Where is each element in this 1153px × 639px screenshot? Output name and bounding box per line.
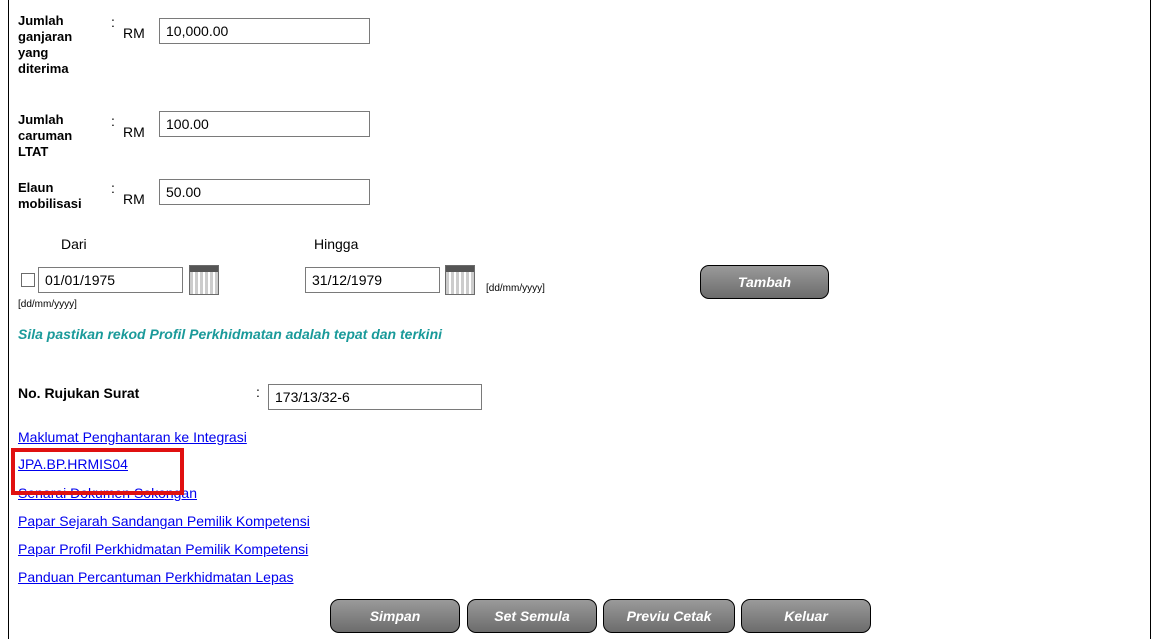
label-line: caruman <box>18 128 73 143</box>
colon: : <box>256 384 260 400</box>
link-panduan-percantuman[interactable]: Panduan Percantuman Perkhidmatan Lepas <box>18 569 294 585</box>
label-elaun-mobilisasi: Elaun mobilisasi <box>18 180 82 212</box>
label-line: LTAT <box>18 144 49 159</box>
currency-label: RM <box>123 191 145 207</box>
currency-label: RM <box>123 25 145 41</box>
rujukan-input[interactable]: 173/13/32-6 <box>268 384 482 410</box>
date-format-hint: [dd/mm/yyyy] <box>486 283 545 294</box>
label-line: mobilisasi <box>18 196 82 211</box>
from-label: Dari <box>61 236 87 252</box>
currency-label: RM <box>123 124 145 140</box>
previu-cetak-button[interactable]: Previu Cetak <box>603 599 735 633</box>
calendar-icon[interactable] <box>445 265 475 295</box>
set-semula-button[interactable]: Set Semula <box>467 599 597 633</box>
highlight-box <box>11 448 184 495</box>
notice-text: Sila pastikan rekod Profil Perkhidmatan … <box>18 326 443 342</box>
jumlah-caruman-input[interactable]: 100.00 <box>159 111 370 137</box>
label-line: Elaun <box>18 180 54 195</box>
from-date-input[interactable]: 01/01/1975 <box>38 267 183 293</box>
link-maklumat-penghantaran[interactable]: Maklumat Penghantaran ke Integrasi <box>18 429 247 445</box>
calendar-icon[interactable] <box>189 265 219 295</box>
simpan-button[interactable]: Simpan <box>330 599 460 633</box>
link-profil-perkhidmatan[interactable]: Papar Profil Perkhidmatan Pemilik Kompet… <box>18 541 308 557</box>
colon: : <box>111 180 115 196</box>
label-line: ganjaran <box>18 29 73 44</box>
date-format-hint: [dd/mm/yyyy] <box>18 299 77 310</box>
colon: : <box>111 14 115 30</box>
colon: : <box>111 113 115 129</box>
jumlah-ganjaran-input[interactable]: 10,000.00 <box>159 18 370 44</box>
label-line: Jumlah <box>18 13 64 28</box>
to-label: Hingga <box>314 236 359 252</box>
label-line: Jumlah <box>18 112 64 127</box>
keluar-button[interactable]: Keluar <box>741 599 871 633</box>
link-sejarah-sandangan[interactable]: Papar Sejarah Sandangan Pemilik Kompeten… <box>18 513 310 529</box>
label-jumlah-ganjaran: Jumlah ganjaran yang diterima <box>18 13 72 77</box>
rujukan-label: No. Rujukan Surat <box>18 385 140 401</box>
tambah-button[interactable]: Tambah <box>700 265 829 299</box>
row-checkbox[interactable] <box>21 273 35 287</box>
label-line: diterima <box>18 61 69 76</box>
label-jumlah-caruman: Jumlah caruman LTAT <box>18 112 72 160</box>
label-line: yang <box>18 45 49 60</box>
to-date-input[interactable]: 31/12/1979 <box>305 267 440 293</box>
elaun-mobilisasi-input[interactable]: 50.00 <box>159 179 370 205</box>
